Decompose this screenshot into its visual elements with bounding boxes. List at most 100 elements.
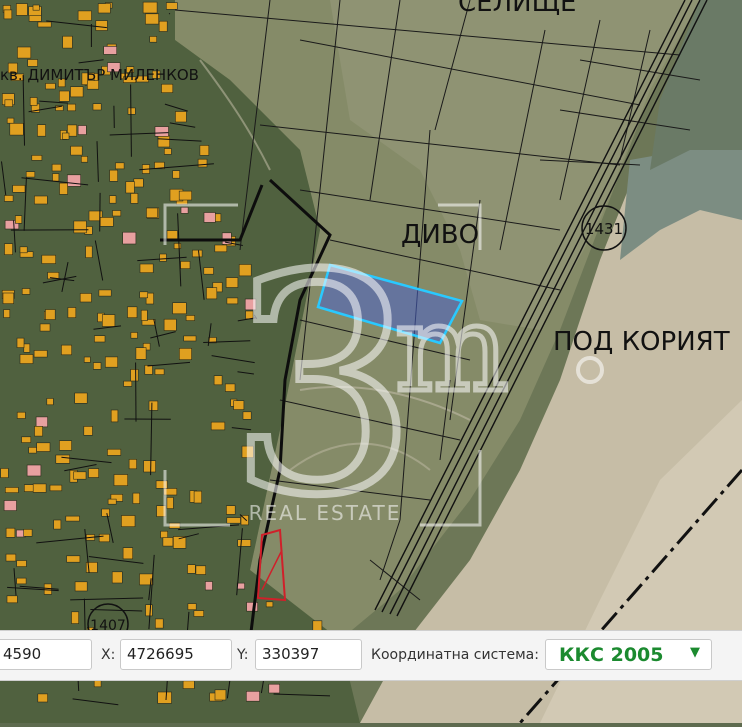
building-footprint [40,324,50,331]
building-footprint [194,491,202,503]
building-footprint [114,475,128,486]
building-footprint [71,146,83,155]
building-footprint [155,619,163,628]
building-footprint [198,159,207,167]
road-number-1431: 1431 [585,220,623,238]
building-footprint [149,401,158,410]
place-label-district: кв. ДИМИТЪР МИЛЕНКОВ [0,66,199,84]
building-footprint [89,469,99,478]
building-footprint [93,104,101,110]
building-footprint [184,336,196,341]
building-footprint [68,308,76,318]
x-label: X: [101,647,115,663]
building-footprint [5,244,13,255]
coordinate-system-select[interactable]: ККС 2005 [545,639,712,670]
building-footprint [26,172,35,177]
building-footprint [131,193,138,203]
building-footprint [75,582,87,591]
building-footprint [194,611,204,617]
building-footprint [173,303,187,314]
building-footprint [74,472,86,479]
building-footprint [214,376,222,385]
building-footprint [204,268,214,275]
building-footprint [102,315,115,327]
building-footprint [99,290,111,296]
y-label: Y: [237,647,248,663]
building-footprint [100,217,113,226]
building-footprint [173,171,180,179]
building-footprint [146,208,157,218]
building-footprint [141,310,147,321]
building-footprint [35,426,43,436]
building-footprint [112,572,122,583]
building-footprint [7,118,14,123]
building-footprint [4,10,12,19]
building-footprint [192,250,202,257]
building-footprint [110,170,118,181]
building-footprint [98,4,110,13]
building-footprint [24,529,32,536]
building-footprint [72,612,79,624]
building-footprint [144,461,156,472]
building-footprint [4,195,13,201]
place-label-divo: ДИВО [401,220,479,250]
building-footprint [34,350,47,357]
building-footprint [84,426,93,435]
building-footprint [17,578,26,584]
building-footprint [110,196,117,204]
building-footprint [38,694,48,702]
building-footprint [121,516,135,527]
building-footprint [37,125,45,137]
village-parcel-line [169,13,170,14]
building-footprint [124,381,132,386]
building-footprint [74,221,87,233]
building-footprint [52,164,61,171]
building-footprint [33,5,39,10]
building-footprint [164,319,176,330]
building-footprint [116,163,125,169]
building-footprint [78,11,91,21]
place-label-selishte: СЕЛИЩЕ [458,0,576,18]
building-footprint [113,211,121,217]
building-footprint [17,338,24,348]
building-footprint [22,289,30,295]
building-footprint [196,566,206,575]
building-footprint [237,583,244,589]
x-coordinate-field[interactable]: 4726695 [120,639,232,670]
building-footprint [158,136,170,147]
watermark-tagline: REAL ESTATE [249,501,402,525]
y-coordinate-field[interactable]: 330397 [255,639,362,670]
building-footprint [102,509,110,516]
building-footprint [56,455,70,463]
building-footprint [53,174,59,182]
building-footprint [59,91,69,101]
building-footprint [123,548,133,559]
building-footprint [246,691,259,701]
building-footprint [67,175,80,187]
building-footprint [60,183,68,194]
building-footprint [181,207,188,213]
building-footprint [200,145,209,155]
building-footprint [99,534,109,542]
building-footprint [133,493,140,504]
building-footprint [145,365,153,374]
building-footprint [3,293,14,304]
building-footprint [186,315,195,320]
building-footprint [17,561,27,567]
building-footprint [68,104,76,111]
coordinate-field-partial[interactable]: 4590 [0,639,92,670]
building-footprint [38,22,51,27]
building-footprint [134,179,144,187]
map-canvas[interactable]: 1431 1407 3 m REAL ESTATE [0,0,742,723]
building-footprint [206,288,216,299]
building-footprint [131,369,139,381]
building-footprint [15,216,21,224]
building-footprint [128,108,135,114]
coordinate-system-label: Координатна система: [371,647,539,663]
building-footprint [128,307,138,318]
building-footprint [107,449,120,455]
building-footprint [269,684,280,693]
triangle-down-icon[interactable]: ▼ [690,645,700,660]
cadastral-map[interactable]: 1431 1407 3 m REAL ESTATE СЕЛИЩЕ кв. ДИМ… [0,0,742,723]
building-footprint [67,556,80,562]
